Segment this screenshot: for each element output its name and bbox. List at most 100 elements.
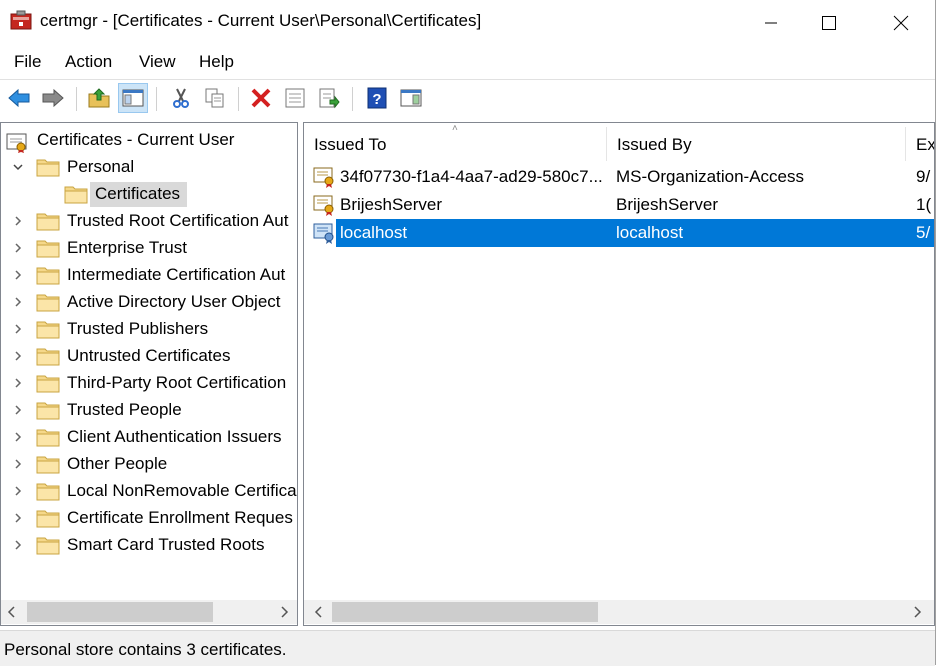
menu-file[interactable]: File [14, 52, 41, 72]
forward-button[interactable] [38, 83, 68, 113]
title-bar[interactable]: certmgr - [Certificates - Current User\P… [0, 0, 935, 45]
tree-item-personal[interactable]: Personal [1, 154, 297, 181]
close-button[interactable] [878, 0, 924, 45]
maximize-button[interactable] [806, 0, 852, 45]
chevron-right-icon[interactable] [11, 375, 25, 391]
chevron-right-icon[interactable] [11, 402, 25, 418]
issued-to-cell: localhost [340, 223, 408, 242]
delete-button[interactable] [246, 83, 276, 113]
toolbar-separator [352, 87, 353, 111]
copy-button[interactable] [200, 83, 230, 113]
menu-help[interactable]: Help [199, 52, 234, 72]
tree-item[interactable]: Client Authentication Issuers [1, 424, 297, 451]
folder-icon [36, 346, 60, 371]
minimize-button[interactable] [748, 0, 794, 45]
console-tree: Certificates - Current User Personal Cer… [0, 122, 298, 626]
tree-item[interactable]: Certificate Enrollment Reques [1, 505, 297, 532]
forward-arrow-icon [42, 88, 64, 108]
expiration-cell: 5/ [916, 223, 931, 242]
certificate-list: ˄ Issued To Issued By Ex 34f07730-f1a4-4… [303, 122, 935, 626]
menu-view[interactable]: View [139, 52, 176, 72]
up-one-level-button[interactable] [84, 83, 114, 113]
list-horizontal-scrollbar[interactable] [304, 600, 934, 624]
tree-item-label: Local NonRemovable Certifica [67, 481, 297, 500]
back-button[interactable] [4, 83, 34, 113]
tree-item-label: Third-Party Root Certification [67, 373, 287, 392]
tree-item[interactable]: Intermediate Certification Aut [1, 262, 297, 289]
chevron-right-icon[interactable] [11, 483, 25, 499]
toolbar-separator [238, 87, 239, 111]
tree-item-label: Enterprise Trust [67, 238, 187, 257]
chevron-right-icon[interactable] [11, 537, 25, 553]
properties-button[interactable] [280, 83, 310, 113]
cut-button[interactable] [166, 83, 196, 113]
action-pane-button[interactable] [396, 83, 426, 113]
chevron-right-icon[interactable] [11, 267, 25, 283]
table-row[interactable]: 34f07730-f1a4-4aa7-ad29-580c7... MS-Orga… [304, 163, 934, 191]
status-text: Personal store contains 3 certificates. [4, 640, 287, 659]
column-header-issued-by[interactable]: Issued By [607, 123, 905, 161]
folder-icon [36, 400, 60, 425]
delete-icon [251, 88, 271, 108]
back-arrow-icon [8, 88, 30, 108]
chevron-right-icon[interactable] [11, 321, 25, 337]
tree-item[interactable]: Trusted Publishers [1, 316, 297, 343]
chevron-right-icon[interactable] [11, 240, 25, 256]
tree-item[interactable]: Third-Party Root Certification [1, 370, 297, 397]
tree-item[interactable]: Untrusted Certificates [1, 343, 297, 370]
scroll-left-icon[interactable] [5, 604, 19, 620]
menu-action[interactable]: Action [65, 52, 112, 72]
tree-item[interactable]: Enterprise Trust [1, 235, 297, 262]
chevron-down-icon[interactable] [11, 159, 25, 175]
scroll-right-icon[interactable] [910, 604, 924, 620]
chevron-right-icon[interactable] [11, 213, 25, 229]
issued-to-cell: 34f07730-f1a4-4aa7-ad29-580c7... [340, 167, 603, 186]
tree-item[interactable]: Trusted People [1, 397, 297, 424]
scroll-left-icon[interactable] [312, 604, 326, 620]
scrollbar-thumb[interactable] [332, 602, 598, 622]
show-hide-console-tree-icon [122, 89, 144, 107]
chevron-right-icon[interactable] [11, 456, 25, 472]
column-header-expiration[interactable]: Ex [906, 123, 934, 161]
export-list-icon [319, 88, 340, 109]
table-row[interactable]: BrijeshServer BrijeshServer 1( [304, 191, 934, 219]
column-header-issued-by-label: Issued By [617, 135, 692, 154]
tree-item[interactable]: Trusted Root Certification Aut [1, 208, 297, 235]
tree-item[interactable]: Local NonRemovable Certifica [1, 478, 297, 505]
tree-item[interactable]: Smart Card Trusted Roots [1, 532, 297, 559]
chevron-right-icon[interactable] [11, 348, 25, 364]
chevron-right-icon[interactable] [11, 294, 25, 310]
tree-item-label: Other People [67, 454, 168, 473]
tree-item-label: Certificate Enrollment Reques [67, 508, 293, 527]
tree-root-label: Certificates - Current User [37, 130, 235, 149]
table-row-selected[interactable]: localhost localhost 5/ [304, 219, 934, 247]
tree-root[interactable]: Certificates - Current User [1, 127, 297, 154]
tree-horizontal-scrollbar[interactable] [1, 600, 297, 624]
tree-item[interactable]: Other People [1, 451, 297, 478]
tree-item-label: Active Directory User Object [67, 292, 281, 311]
tree-item-personal-label: Personal [67, 157, 135, 176]
folder-icon [36, 508, 60, 533]
tree-item-certificates[interactable]: Certificates [1, 181, 297, 208]
folder-icon [36, 427, 60, 452]
scroll-right-icon[interactable] [277, 604, 291, 620]
chevron-right-icon[interactable] [11, 429, 25, 445]
tree-item-label: Smart Card Trusted Roots [67, 535, 265, 554]
help-button[interactable]: ? [362, 83, 392, 113]
show-hide-console-tree-button[interactable] [118, 83, 148, 113]
maximize-icon [822, 15, 836, 30]
tree-item[interactable]: Active Directory User Object [1, 289, 297, 316]
chevron-right-icon[interactable] [11, 510, 25, 526]
export-list-button[interactable] [314, 83, 344, 113]
folder-icon [36, 535, 60, 560]
tree-item-label: Client Authentication Issuers [67, 427, 282, 446]
window-title: certmgr - [Certificates - Current User\P… [40, 11, 482, 30]
expiration-cell: 1( [916, 195, 932, 214]
scrollbar-thumb[interactable] [27, 602, 213, 622]
menu-bar: File Action View Help [0, 48, 935, 76]
column-header-issued-to[interactable]: Issued To [304, 123, 606, 161]
column-header-issued-to-label: Issued To [314, 135, 387, 154]
expiration-cell: 9/ [916, 167, 931, 186]
folder-icon [36, 319, 60, 344]
toolbar: ? [0, 81, 935, 117]
